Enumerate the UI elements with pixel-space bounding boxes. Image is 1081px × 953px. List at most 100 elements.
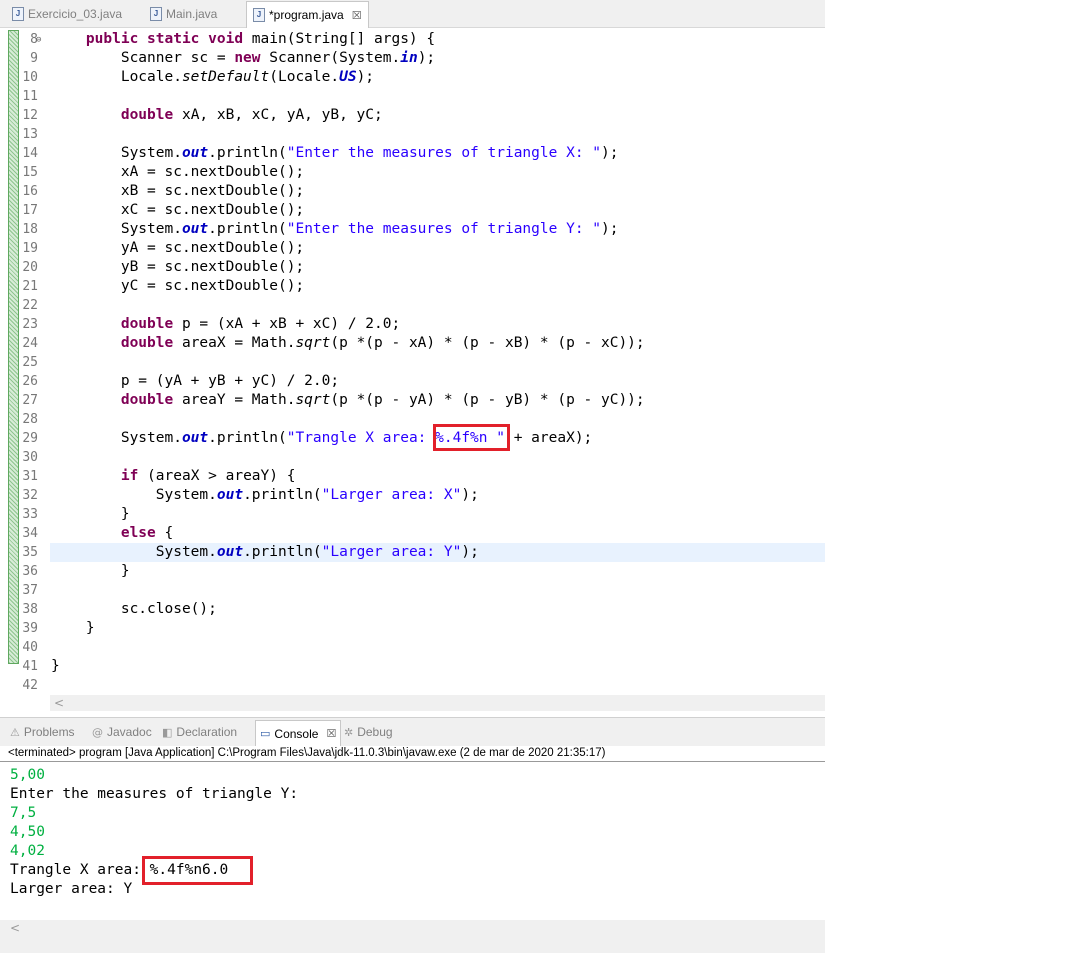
line-number: 24 xyxy=(22,336,38,351)
line-number: 15 xyxy=(22,165,38,180)
code-text: p = (yA + yB + yC) / 2.0; xyxy=(51,373,340,389)
code-line[interactable]: 15 xA = sc.nextDouble(); xyxy=(0,163,825,182)
tab-main[interactable]: J Main.java xyxy=(150,2,217,25)
code-line[interactable]: 32 System.out.println("Larger area: X"); xyxy=(0,486,825,505)
code-text: yC = sc.nextDouble(); xyxy=(51,278,305,294)
line-number: 22 xyxy=(22,298,38,313)
code-line[interactable]: 13 xyxy=(0,125,825,144)
code-line[interactable]: 9 Scanner sc = new Scanner(System.in); xyxy=(0,49,825,68)
tab-problems[interactable]: ⚠ Problems xyxy=(10,722,75,742)
code-line[interactable]: 25 xyxy=(0,353,825,372)
tab-declaration[interactable]: ◧ Declaration xyxy=(162,722,237,742)
code-text: sc.close(); xyxy=(51,601,217,617)
console-horizontal-scrollbar[interactable]: < xyxy=(0,920,825,937)
line-number: 21 xyxy=(22,279,38,294)
line-number: 40 xyxy=(22,640,38,655)
line-number: 19 xyxy=(22,241,38,256)
code-line[interactable]: 30 xyxy=(0,448,825,467)
line-number: 41 xyxy=(22,659,38,674)
code-text: double xA, xB, xC, yA, yB, yC; xyxy=(120,107,383,123)
line-number: 29 xyxy=(22,431,38,446)
code-line[interactable]: 37 xyxy=(0,581,825,600)
code-text: yB = sc.nextDouble(); xyxy=(51,259,305,275)
tab-debug[interactable]: ✲ Debug xyxy=(344,722,393,742)
console-status: <terminated> program [Java Application] … xyxy=(0,746,825,762)
line-number: 36 xyxy=(22,564,38,579)
line-number: 28 xyxy=(22,412,38,427)
console-icon: ▭ xyxy=(260,727,271,740)
code-line[interactable]: 8 ⊖ public static void main(String[] args… xyxy=(0,30,825,49)
code-text: if (areaX > areaY) { xyxy=(120,468,296,484)
line-number: 14 xyxy=(22,146,38,161)
problems-icon: ⚠ xyxy=(10,725,20,739)
java-file-icon: J xyxy=(12,6,24,21)
line-number: 27 xyxy=(22,393,38,408)
code-line[interactable]: 27 double areaY = Math.sqrt(p *(p - yA) … xyxy=(0,391,825,410)
code-line[interactable]: 22 xyxy=(0,296,825,315)
tab-program[interactable]: J *program.java ☒ xyxy=(246,1,369,28)
editor-horizontal-scrollbar[interactable]: < xyxy=(50,695,825,711)
code-text: xA = sc.nextDouble(); xyxy=(51,164,305,180)
code-line[interactable]: 31 if (areaX > areaY) { xyxy=(0,467,825,486)
java-file-icon: J xyxy=(253,8,265,22)
code-line[interactable]: 17 xC = sc.nextDouble(); xyxy=(0,201,825,220)
code-editor[interactable]: 8 ⊖ public static void main(String[] args… xyxy=(0,28,825,711)
code-line[interactable]: 24 double areaX = Math.sqrt(p *(p - xA) … xyxy=(0,334,825,353)
code-line[interactable]: 20 yB = sc.nextDouble(); xyxy=(0,258,825,277)
tab-label: Declaration xyxy=(176,725,238,739)
code-line[interactable]: 18 System.out.println("Enter the measure… xyxy=(0,220,825,239)
close-tab-icon[interactable]: ☒ xyxy=(326,727,336,740)
panel-tab-bar: ⚠ Problems @ Javadoc ◧ Declaration ▭ Console ☒ ✲ D… xyxy=(0,717,825,746)
code-line[interactable]: 29 System.out.println("Trangle X area: %… xyxy=(0,429,825,448)
tab-exercicio-03[interactable]: J Exercicio_03.java xyxy=(12,2,122,25)
code-text: System.out.println("Larger area: X"); xyxy=(51,487,479,503)
code-text: } xyxy=(51,563,130,579)
code-line[interactable]: 19 yA = sc.nextDouble(); xyxy=(0,239,825,258)
code-line[interactable]: 36 } xyxy=(0,562,825,581)
line-number: 11 xyxy=(22,89,38,104)
code-line[interactable]: 35 System.out.println("Larger area: Y"); xyxy=(0,543,825,562)
line-number: 32 xyxy=(22,488,38,503)
code-line[interactable]: 10 Locale.setDefault(Locale.US); xyxy=(0,68,825,87)
tab-label: *program.java xyxy=(269,8,344,22)
scroll-left-icon[interactable]: < xyxy=(54,695,64,711)
code-line[interactable]: 40 xyxy=(0,638,825,657)
highlight-box-console xyxy=(142,856,253,885)
code-line[interactable]: 38 sc.close(); xyxy=(0,600,825,619)
line-number: 25 xyxy=(22,355,38,370)
code-line[interactable]: 12 double xA, xB, xC, yA, yB, yC; xyxy=(0,106,825,125)
debug-icon: ✲ xyxy=(344,725,354,739)
tab-label: Main.java xyxy=(166,6,218,21)
code-line[interactable]: 16 xB = sc.nextDouble(); xyxy=(0,182,825,201)
close-tab-icon[interactable]: ☒ xyxy=(352,9,362,22)
console-line: 7,5 xyxy=(10,805,37,821)
console-output[interactable]: 5,00 Enter the measures of triangle Y: 7,5… xyxy=(0,763,825,920)
code-line[interactable]: 23 double p = (xA + xB + xC) / 2.0; xyxy=(0,315,825,334)
code-line[interactable]: 39 } xyxy=(0,619,825,638)
code-line[interactable]: 42 xyxy=(0,676,825,695)
code-text: } xyxy=(51,620,95,636)
line-number: 35 xyxy=(22,545,38,560)
code-line[interactable]: 26 p = (yA + yB + yC) / 2.0; xyxy=(0,372,825,391)
code-line[interactable]: 33 } xyxy=(0,505,825,524)
code-line[interactable]: 11 xyxy=(0,87,825,106)
tab-javadoc[interactable]: @ Javadoc xyxy=(92,722,152,742)
code-text: yA = sc.nextDouble(); xyxy=(51,240,305,256)
code-line[interactable]: 41} xyxy=(0,657,825,676)
code-text: double areaY = Math.sqrt(p *(p - yA) * (… xyxy=(120,392,645,408)
code-line[interactable]: 14 System.out.println("Enter the measure… xyxy=(0,144,825,163)
line-number: 16 xyxy=(22,184,38,199)
line-number: 34 xyxy=(22,526,38,541)
code-line[interactable]: 28 xyxy=(0,410,825,429)
scroll-left-icon[interactable]: < xyxy=(10,920,20,937)
code-line[interactable]: 21 yC = sc.nextDouble(); xyxy=(0,277,825,296)
console-line: 5,00 xyxy=(10,767,45,783)
line-number: 23 xyxy=(22,317,38,332)
line-number: 30 xyxy=(22,450,38,465)
line-number: 37 xyxy=(22,583,38,598)
code-line[interactable]: 34 else { xyxy=(0,524,825,543)
tab-console[interactable]: ▭ Console ☒ xyxy=(255,720,342,746)
fold-toggle-icon[interactable]: ⊖ xyxy=(36,31,41,50)
line-number: 9 xyxy=(30,51,38,66)
console-line: 4,02 xyxy=(10,843,45,859)
